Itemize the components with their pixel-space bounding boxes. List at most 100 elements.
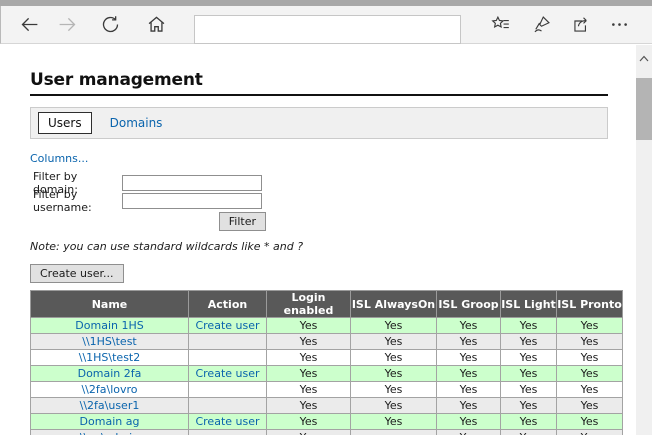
user-row: \\2fa\user1YesYesYesYesYes — [31, 398, 623, 414]
value-cell: Yes — [351, 398, 437, 414]
filter-username-label: Filter by username: — [30, 188, 122, 214]
home-icon — [146, 14, 167, 39]
page-body: User management Users Domains Columns...… — [1, 45, 636, 435]
col-header-isl-pronto: ISL Pronto — [557, 291, 623, 318]
value-cell: Yes — [501, 398, 557, 414]
action-cell — [189, 398, 267, 414]
action-cell — [189, 430, 267, 435]
browser-toolbar — [0, 6, 652, 44]
table-header-row: Name Action Login enabled ISL AlwaysOn I… — [31, 291, 623, 318]
user-row: \\ag\adminYesYesYesYes — [31, 430, 623, 435]
value-cell: Yes — [557, 366, 623, 382]
create-user-button[interactable]: Create user... — [30, 264, 124, 283]
forward-button[interactable] — [54, 13, 80, 39]
domain-link[interactable]: Domain 1HS — [75, 319, 143, 332]
value-cell: Yes — [557, 334, 623, 350]
value-cell: Yes — [501, 334, 557, 350]
action-cell: Create user — [189, 318, 267, 334]
domain-link[interactable]: Domain 2fa — [78, 367, 142, 380]
user-table: Name Action Login enabled ISL AlwaysOn I… — [30, 290, 623, 435]
value-cell: Yes — [351, 366, 437, 382]
domain-row: Domain 2faCreate userYesYesYesYesYes — [31, 366, 623, 382]
value-cell: Yes — [351, 414, 437, 430]
username-link[interactable]: \\1HS\test — [82, 335, 137, 348]
create-user-link[interactable]: Create user — [195, 319, 259, 332]
username-link[interactable]: \\1HS\test2 — [79, 351, 141, 364]
value-cell: Yes — [267, 398, 351, 414]
tab-domains[interactable]: Domains — [110, 116, 163, 130]
value-cell: Yes — [501, 430, 557, 435]
value-cell: Yes — [351, 382, 437, 398]
action-cell — [189, 334, 267, 350]
value-cell: Yes — [437, 350, 501, 366]
value-cell: Yes — [557, 382, 623, 398]
username-link[interactable]: \\ag\admin — [80, 431, 139, 435]
action-cell: Create user — [189, 414, 267, 430]
action-cell: Create user — [189, 366, 267, 382]
filter-username-input[interactable] — [122, 193, 262, 209]
back-arrow-icon — [19, 14, 40, 39]
share-icon — [571, 14, 592, 39]
user-row: \\2fa\lovroYesYesYesYesYes — [31, 382, 623, 398]
filter-domain-input[interactable] — [122, 175, 262, 191]
create-user-link[interactable]: Create user — [195, 367, 259, 380]
domain-row: Domain agCreate userYesYesYesYesYes — [31, 414, 623, 430]
create-user-link[interactable]: Create user — [195, 415, 259, 428]
col-header-login-enabled: Login enabled — [267, 291, 351, 318]
tab-bar: Users Domains — [30, 107, 608, 139]
web-note-button[interactable] — [528, 13, 554, 39]
chevron-up-icon — [639, 47, 649, 66]
refresh-icon — [100, 14, 121, 39]
favorites-star-icon — [490, 14, 511, 39]
value-cell: Yes — [437, 382, 501, 398]
value-cell: Yes — [557, 430, 623, 435]
username-link[interactable]: \\2fa\user1 — [80, 399, 140, 412]
value-cell: Yes — [267, 366, 351, 382]
scrollbar-thumb[interactable] — [636, 78, 652, 140]
more-options-button[interactable] — [606, 13, 632, 39]
filter-button[interactable]: Filter — [219, 212, 266, 231]
columns-link[interactable]: Columns... — [30, 152, 88, 165]
username-link[interactable]: \\2fa\lovro — [81, 383, 137, 396]
scrollbar-up-button[interactable] — [636, 49, 652, 63]
value-cell: Yes — [267, 334, 351, 350]
value-cell: Yes — [267, 382, 351, 398]
refresh-button[interactable] — [97, 13, 123, 39]
filter-form: Filter by domain: Filter by username: Fi… — [30, 174, 608, 231]
favorites-hub-button[interactable] — [487, 13, 513, 39]
share-button[interactable] — [568, 13, 594, 39]
page-title: User management — [30, 70, 608, 96]
value-cell: Yes — [351, 318, 437, 334]
value-cell: Yes — [501, 382, 557, 398]
domain-link[interactable]: Domain ag — [80, 415, 140, 428]
name-cell: \\1HS\test2 — [31, 350, 189, 366]
value-cell: Yes — [351, 350, 437, 366]
col-header-name: Name — [31, 291, 189, 318]
ellipsis-icon — [609, 14, 630, 39]
value-cell: Yes — [557, 414, 623, 430]
col-header-isl-groop: ISL Groop — [437, 291, 501, 318]
user-row: \\1HS\test2YesYesYesYesYes — [31, 350, 623, 366]
home-button[interactable] — [143, 13, 169, 39]
value-cell: Yes — [557, 350, 623, 366]
back-button[interactable] — [16, 13, 42, 39]
col-header-action: Action — [189, 291, 267, 318]
value-cell: Yes — [437, 414, 501, 430]
action-cell — [189, 382, 267, 398]
tab-users[interactable]: Users — [38, 112, 92, 134]
page-scrollbar[interactable] — [636, 45, 652, 435]
value-cell: Yes — [437, 430, 501, 435]
user-table-body: Domain 1HSCreate userYesYesYesYesYes\\1H… — [31, 318, 623, 435]
name-cell: \\2fa\user1 — [31, 398, 189, 414]
domain-row: Domain 1HSCreate userYesYesYesYesYes — [31, 318, 623, 334]
address-bar-input[interactable] — [194, 15, 461, 44]
pen-icon — [531, 14, 552, 39]
name-cell: \\1HS\test — [31, 334, 189, 350]
value-cell: Yes — [351, 334, 437, 350]
value-cell: Yes — [267, 350, 351, 366]
value-cell: Yes — [557, 318, 623, 334]
action-cell — [189, 350, 267, 366]
value-cell: Yes — [501, 414, 557, 430]
value-cell: Yes — [267, 414, 351, 430]
name-cell: Domain ag — [31, 414, 189, 430]
